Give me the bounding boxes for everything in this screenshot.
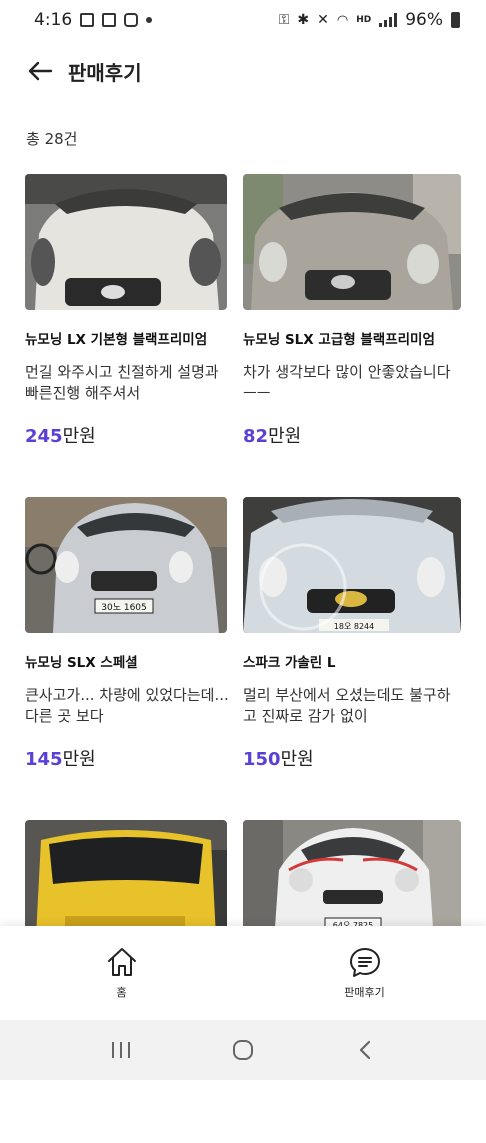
mute-icon: ✕: [317, 12, 329, 28]
price-value: 245: [25, 426, 63, 447]
nav-home-label: 홈: [116, 986, 127, 999]
back-button[interactable]: [20, 51, 60, 91]
price-value: 145: [25, 749, 63, 770]
chevron-left-icon: [359, 1040, 371, 1060]
home-system-button[interactable]: [223, 1030, 263, 1070]
price-unit: 만원: [280, 749, 314, 770]
total-count: 총 28건: [26, 130, 78, 148]
bottom-navigation: 홈 판매후기: [0, 926, 486, 1020]
battery-percent: 96%: [405, 10, 443, 30]
car-photo: [25, 174, 227, 310]
more-notifications-icon: [146, 17, 153, 23]
notification-icon: [102, 13, 117, 27]
sale-price: 82만원: [243, 422, 461, 448]
car-name: 뉴모닝 SLX 고급형 블랙프리미엄: [243, 332, 435, 348]
home-icon: [107, 948, 136, 976]
hd-voice-icon: HD: [356, 15, 372, 25]
review-text: 차가 생각보다 많이 안좋았습니다ㅡㅡ: [243, 363, 451, 402]
car-name: 뉴모닝 LX 기본형 블랙프리미엄: [25, 332, 208, 348]
review-card[interactable]: 18오 8244 스파크 가솔린 L 멀리 부산에서 오셨는데도 불구하고 진짜…: [243, 497, 461, 820]
recents-button[interactable]: [101, 1030, 141, 1070]
review-text: 큰사고가... 차량에 있었다는데... 다른 곳 보다: [25, 686, 229, 725]
battery-icon: [451, 12, 460, 28]
review-card[interactable]: 30노 1605 뉴모닝 SLX 스페셜 큰사고가... 차량에 있었다는데..…: [25, 497, 243, 820]
wifi-icon: ◠: [336, 12, 349, 28]
system-navigation-bar: [0, 1020, 486, 1080]
nav-reviews[interactable]: 판매후기: [243, 926, 486, 1020]
chat-bubble-icon: [349, 948, 380, 977]
price-unit: 만원: [268, 426, 302, 447]
signal-icon: [379, 13, 398, 27]
system-back-button[interactable]: [345, 1030, 385, 1070]
price-value: 150: [243, 749, 281, 770]
price-unit: 만원: [62, 749, 96, 770]
home-circle-icon: [233, 1040, 253, 1060]
bluetooth-icon: ✱: [297, 12, 310, 28]
nav-home[interactable]: 홈: [0, 926, 243, 1020]
sale-price: 150만원: [243, 745, 461, 771]
review-card[interactable]: 뉴모닝 LX 기본형 블랙프리미엄 먼길 와주시고 친절하게 설명과 빠른진행 …: [25, 174, 243, 497]
review-text: 멀리 부산에서 오셨는데도 불구하고 진짜로 감가 없이: [243, 686, 451, 725]
svg-text:30노 1605: 30노 1605: [101, 602, 147, 613]
back-arrow-icon: [28, 61, 53, 81]
price-unit: 만원: [62, 426, 96, 447]
sale-price: 245만원: [25, 422, 243, 448]
car-name: 뉴모닝 SLX 스페셜: [25, 655, 138, 671]
gallery-icon: [80, 13, 95, 27]
sale-price: 145만원: [25, 745, 243, 771]
car-photo: 18오 8244: [243, 497, 461, 633]
car-name: 스파크 가솔린 L: [243, 655, 336, 671]
status-bar: 4:16 ⚿ ✱ ✕ ◠ HD 96%: [0, 0, 486, 40]
svg-text:18오 8244: 18오 8244: [334, 622, 374, 631]
review-text: 먼길 와주시고 친절하게 설명과 빠른진행 해주셔서: [25, 363, 219, 402]
instagram-icon: [124, 13, 139, 27]
clock: 4:16: [34, 10, 73, 30]
app-header: 판매후기: [0, 42, 486, 100]
recents-icon: [112, 1042, 130, 1058]
page-title: 판매후기: [68, 60, 142, 85]
review-card[interactable]: 뉴모닝 SLX 고급형 블랙프리미엄 차가 생각보다 많이 안좋았습니다ㅡㅡ 8…: [243, 174, 461, 497]
car-photo: [243, 174, 461, 310]
car-photo: 30노 1605: [25, 497, 227, 633]
price-value: 82: [243, 426, 269, 447]
key-icon: ⚿: [278, 12, 290, 28]
nav-reviews-label: 판매후기: [344, 986, 385, 999]
